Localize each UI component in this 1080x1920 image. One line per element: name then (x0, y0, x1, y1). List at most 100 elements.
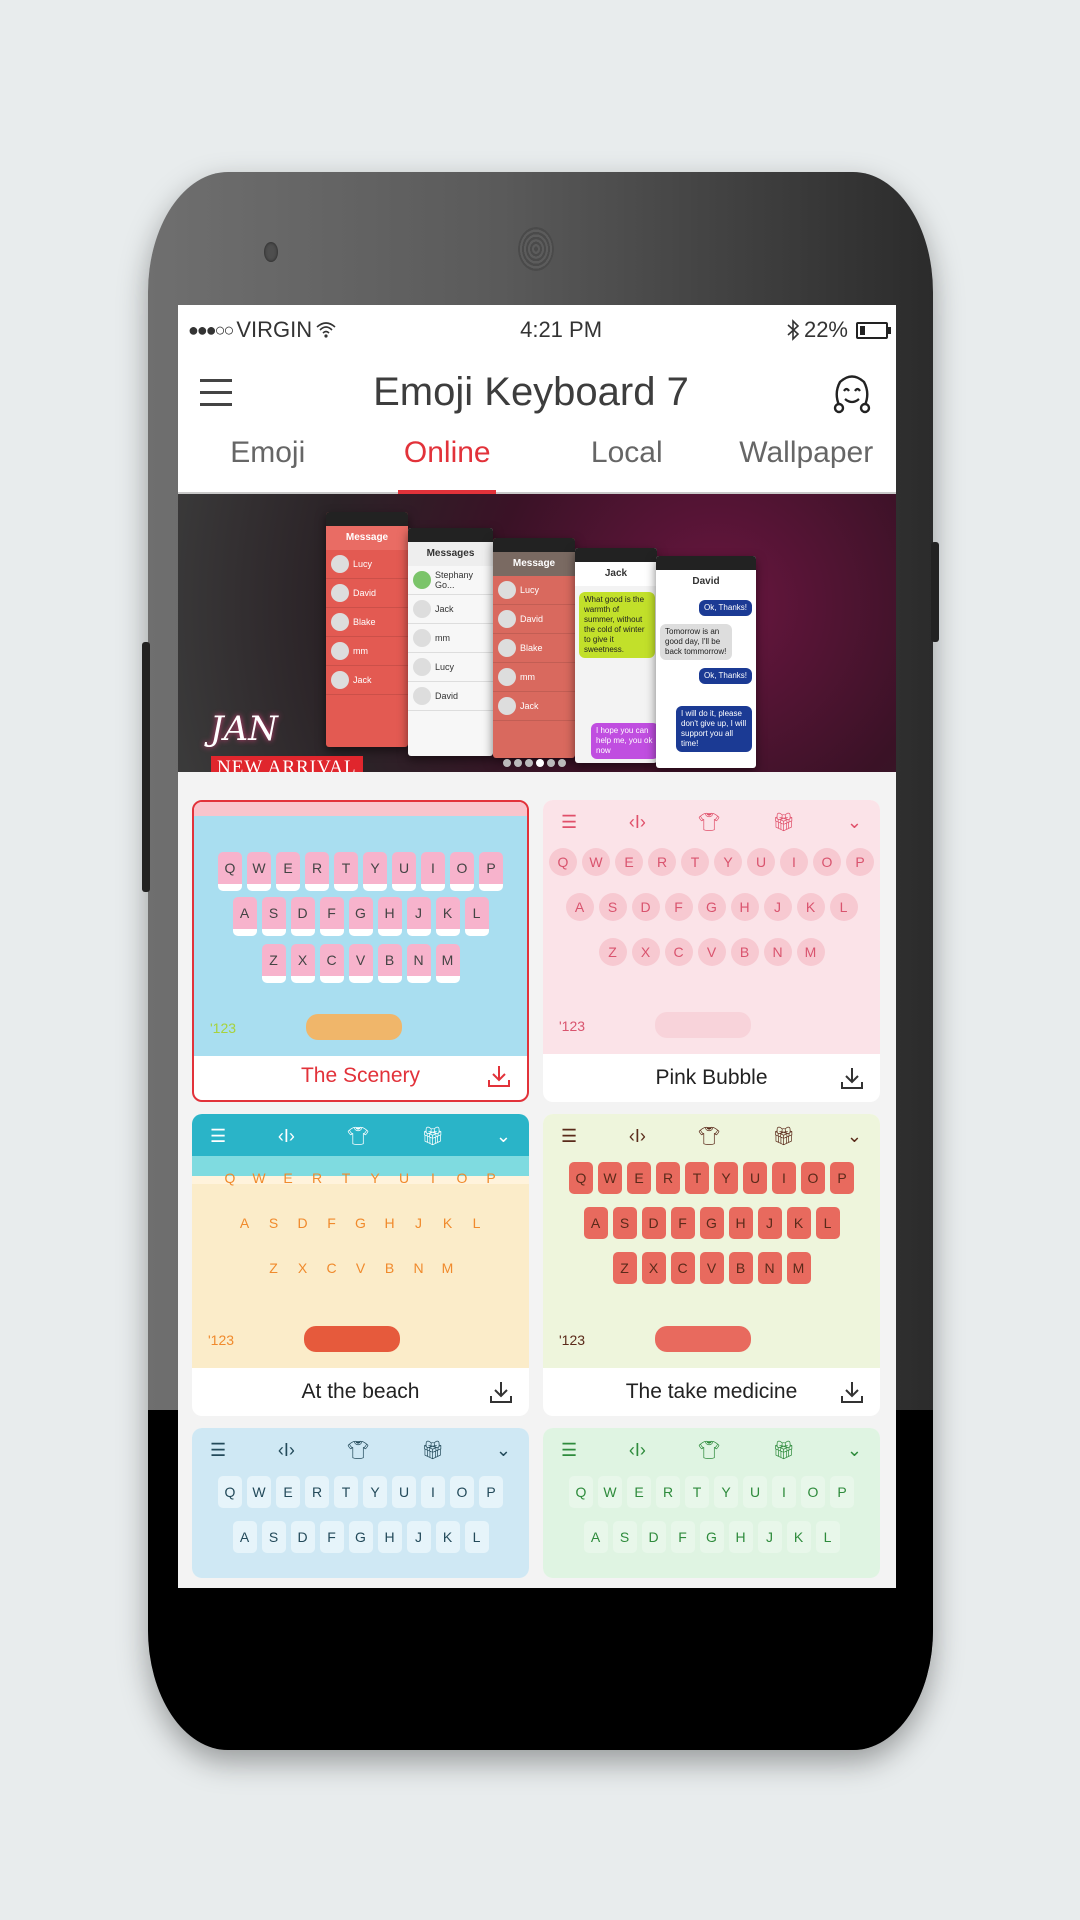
banner-mock-screen: David Ok, Thanks! Tomorrow is an good da… (656, 556, 756, 768)
key-row: QWERTYUIOP (194, 852, 527, 891)
tab-online[interactable]: Online (358, 430, 538, 492)
hamburger-icon[interactable] (200, 379, 232, 406)
banner-mock-screen: Message Lucy David Blake mm Jack (326, 512, 408, 747)
carousel-dot[interactable] (536, 759, 544, 767)
key-row: ZXCVBNM (194, 944, 527, 983)
key-r: R (305, 1476, 329, 1508)
download-icon[interactable] (487, 1064, 511, 1088)
theme-grid: Q W E R T Y U I O P A S D F G H J K L Z X C V B N M '123 The Scener… (192, 800, 880, 1578)
key-row: ASDFGHJKL (194, 897, 527, 936)
key-a: A (583, 1521, 608, 1553)
key-row: QWERTYUIOP (543, 1476, 880, 1508)
key-e: E (615, 848, 643, 876)
key-e: E (276, 1476, 300, 1508)
download-icon[interactable] (840, 1380, 864, 1404)
theme-card[interactable]: ☰ ‹I› 👕︎ 🎁︎ ⌄ Q W E R T Y U I O P A S D F G H J K L Z X C V B N M '… (543, 800, 880, 1102)
carousel-dot[interactable] (514, 759, 522, 767)
key-r: R (648, 848, 676, 876)
theme-card[interactable]: Q W E R T Y U I O P A S D F G H J K L Z X C V B N M '123 The Scener… (192, 800, 529, 1102)
carousel-dot[interactable] (547, 759, 555, 767)
key-w: W (252, 1170, 266, 1186)
promo-banner[interactable]: Message Lucy David Blake mm Jack Message… (178, 494, 896, 772)
key-n: N (757, 1252, 782, 1284)
key-q: Q (549, 848, 577, 876)
chevron-down-icon: ⌄ (846, 1439, 862, 1460)
key-i: I (421, 1476, 445, 1508)
carousel-dot[interactable] (558, 759, 566, 767)
earpiece-speaker (518, 227, 554, 271)
key-o: O (450, 852, 474, 891)
key-w: W (247, 1476, 271, 1508)
key-i: I (431, 1170, 435, 1186)
key-t: T (681, 848, 709, 876)
key-v: V (699, 1252, 724, 1284)
key-t: T (685, 1476, 709, 1508)
key-l: L (464, 897, 489, 936)
key-v: V (355, 1260, 366, 1276)
theme-card[interactable]: ☰ ‹I› 👕︎ 🎁︎ ⌄ Q W E R T Y U I O P A S D F G H J K L (192, 1428, 529, 1578)
key-row: QWERTYUIOP (543, 848, 880, 876)
key-m: M (796, 938, 825, 966)
key-a: A (565, 893, 594, 921)
download-icon[interactable] (840, 1066, 864, 1090)
key-d: D (641, 1521, 666, 1553)
space-bar (655, 1326, 751, 1352)
key-k: K (435, 1521, 460, 1553)
tab-emoji[interactable]: Emoji (178, 430, 358, 492)
key-k: K (796, 893, 825, 921)
key-row: ASDFGHJKL (543, 1521, 880, 1553)
key-row: QWERTYUIOP (192, 1476, 529, 1508)
key-q: Q (569, 1162, 593, 1194)
carousel-dot[interactable] (525, 759, 533, 767)
gift-icon: 🎁︎ (772, 1125, 796, 1146)
theme-card[interactable]: ☰ ‹I› 👕︎ 🎁︎ ⌄ Q W E R T Y U I O P A S D F G H J K L Z X C V B N M '… (192, 1114, 529, 1416)
key-j: J (415, 1215, 422, 1231)
key-h: H (377, 1521, 402, 1553)
keyboard-toolbar: ☰ ‹I› 👕︎ 🎁︎ ⌄ (543, 1122, 880, 1150)
banner-script-text: JAN (210, 709, 278, 749)
theme-card[interactable]: ☰ ‹I› 👕︎ 🎁︎ ⌄ Q W E R T Y U I O P A S D F G H J K L Z X C V B N M '… (543, 1114, 880, 1416)
key-y: Y (363, 1476, 387, 1508)
keyboard-toolbar: ☰ ‹I› 👕︎ 🎁︎ ⌄ (543, 808, 880, 836)
key-n: N (406, 944, 431, 983)
key-l: L (829, 893, 858, 921)
chevron-down-icon: ⌄ (495, 1125, 511, 1146)
key-row: ASDFGHJKL (192, 1521, 529, 1553)
smiley-face-icon[interactable] (830, 371, 874, 415)
tab-local[interactable]: Local (537, 430, 717, 492)
tab-bar: Emoji Online Local Wallpaper (178, 430, 896, 494)
key-a: A (232, 1521, 257, 1553)
key-d: D (297, 1215, 308, 1231)
app-bar: Emoji Keyboard 7 (178, 355, 896, 430)
key-u: U (392, 1476, 416, 1508)
key-j: J (757, 1207, 782, 1239)
key-b: B (377, 944, 402, 983)
key-i: I (772, 1476, 796, 1508)
key-g: G (699, 1207, 724, 1239)
key-row: ZXCVBNM (192, 1252, 529, 1284)
key-t: T (334, 852, 358, 891)
key-g: G (697, 893, 726, 921)
key-h: H (377, 897, 402, 936)
space-bar (655, 1012, 751, 1038)
key-e: E (627, 1476, 651, 1508)
key-r: R (305, 852, 329, 891)
key-u: U (392, 852, 416, 891)
keyboard-preview: Q W E R T Y U I O P A S D F G H J K L Z X C V B N M '123 (194, 802, 527, 1056)
download-icon[interactable] (489, 1380, 513, 1404)
key-y: Y (363, 852, 387, 891)
key-l: L (815, 1521, 840, 1553)
key-f: F (319, 897, 344, 936)
wifi-icon (316, 322, 336, 338)
key-f: F (670, 1521, 695, 1553)
key-a: A (583, 1207, 608, 1239)
theme-card[interactable]: ☰ ‹I› 👕︎ 🎁︎ ⌄ Q W E R T Y U I O P A S D F G H J K L (543, 1428, 880, 1578)
tab-wallpaper[interactable]: Wallpaper (717, 430, 897, 492)
key-g: G (348, 1521, 373, 1553)
carousel-dot[interactable] (503, 759, 511, 767)
key-h: H (728, 1207, 753, 1239)
key-j: J (763, 893, 792, 921)
key-l: L (464, 1521, 489, 1553)
key-w: W (598, 1476, 622, 1508)
cursor-icon: ‹I› (628, 811, 646, 832)
